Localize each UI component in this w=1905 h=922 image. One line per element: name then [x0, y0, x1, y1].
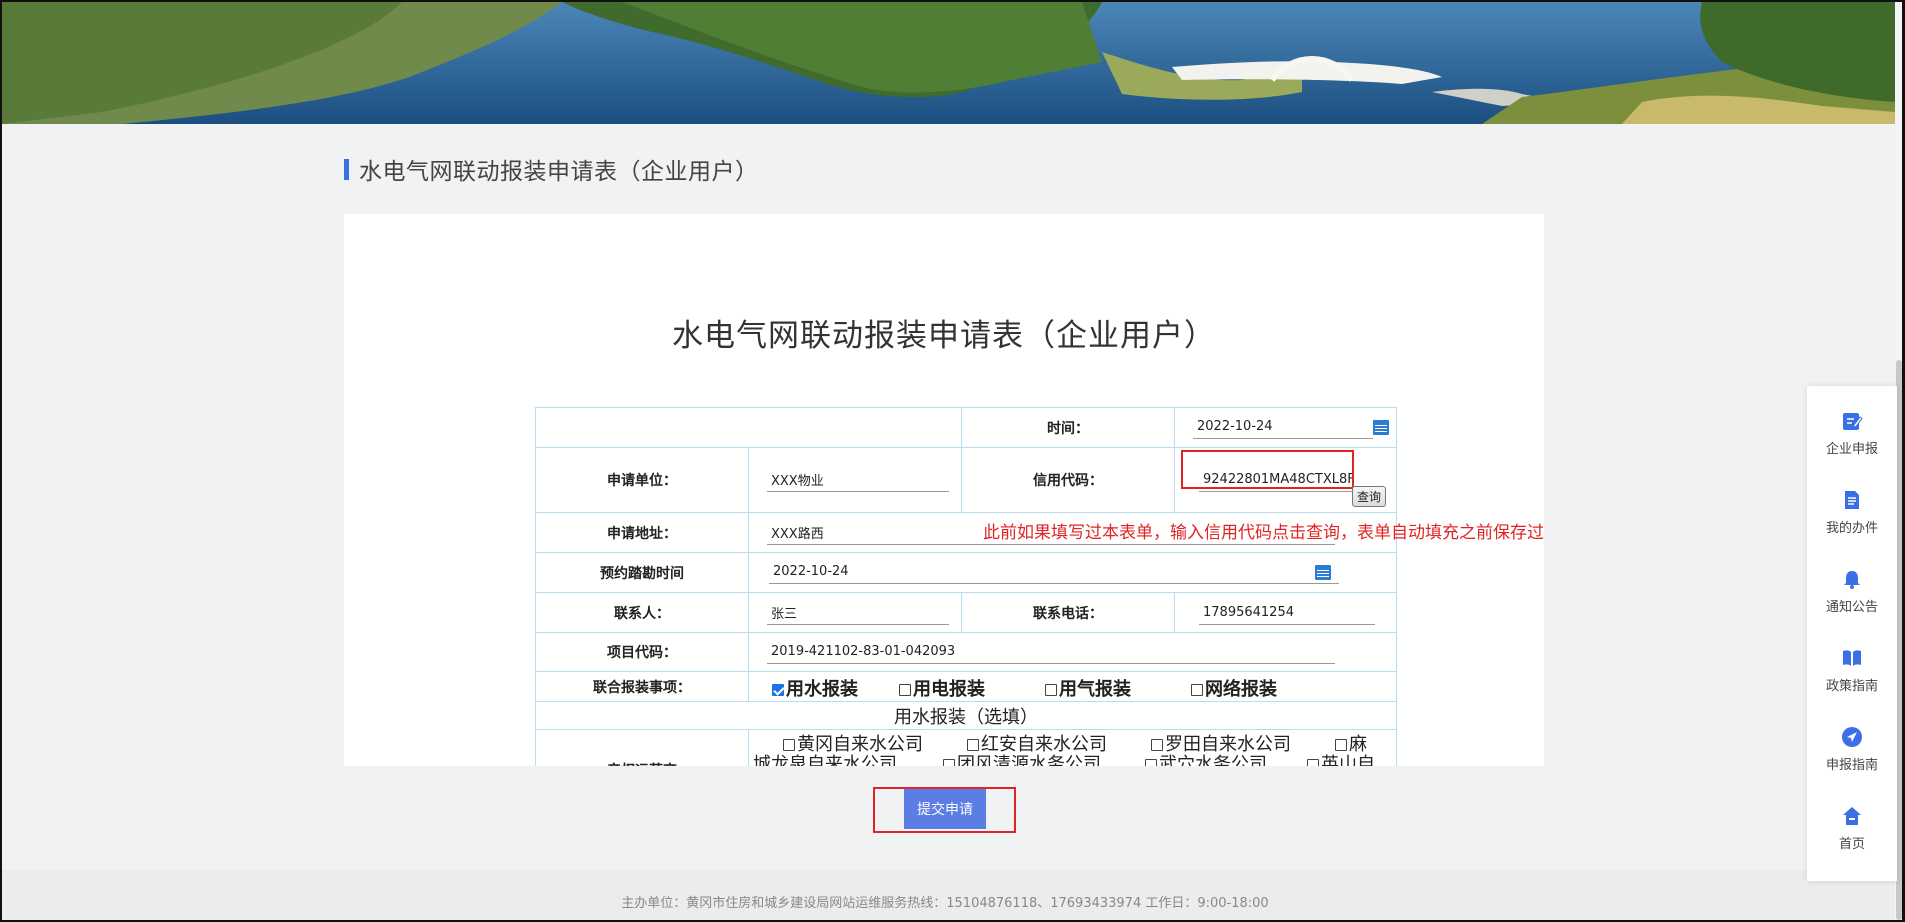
nav-item-policy-guide[interactable]: 政策指南	[1807, 623, 1897, 702]
nav-item-my-cases[interactable]: 我的办件	[1807, 465, 1897, 544]
table-row: 预约踏勘时间	[535, 552, 1397, 593]
water-company-label: 团风清源水务公司	[957, 754, 1101, 766]
water-section-heading: 用水报装（选填）	[535, 701, 1397, 730]
phone-label: 联系电话：	[961, 592, 1175, 633]
table-row: 产权运营商 黄冈自来水公司 红安自来水公司 罗田自来水公司 麻 城龙泉自来水公司…	[535, 729, 1397, 766]
checkbox-water-company[interactable]: 英山自	[1307, 750, 1375, 766]
water-operator-label: 产权运营商	[535, 729, 749, 766]
checkbox-gas[interactable]: 用气报装	[1045, 675, 1131, 701]
nav-item-enterprise-apply[interactable]: 企业申报	[1807, 386, 1897, 465]
page-heading: 水电气网联动报装申请表（企业用户）	[344, 154, 759, 185]
compass-icon	[1842, 727, 1862, 747]
lake-scenery-image	[2, 2, 1895, 124]
form-title: 水电气网联动报装申请表（企业用户）	[672, 318, 1216, 354]
address-label: 申请地址：	[535, 512, 749, 553]
checkbox-electric-label: 用电报装	[913, 678, 985, 700]
form-panel: 水电气网联动报装申请表（企业用户） 时间： 申请单位： 信用代码：	[344, 214, 1544, 766]
survey-time-label: 预约踏勘时间	[535, 552, 749, 593]
phone-input[interactable]	[1199, 600, 1375, 625]
heading-accent-bar	[344, 158, 349, 180]
checkbox-icon[interactable]	[1191, 683, 1203, 696]
document-icon	[1845, 491, 1859, 509]
checkbox-electric[interactable]: 用电报装	[899, 675, 985, 701]
checkbox-icon[interactable]	[1307, 759, 1319, 766]
joint-items-options: 用水报装 用电报装 用气报装 网络报装	[748, 671, 1397, 702]
nav-label: 政策指南	[1825, 679, 1878, 694]
bell-icon	[1844, 571, 1860, 589]
query-button[interactable]: 查询	[1352, 486, 1387, 507]
table-row: 联合报装事项： 用水报装 用电报装 用气报装 网络报装	[535, 671, 1397, 702]
nav-item-apply-guide[interactable]: 申报指南	[1807, 702, 1897, 781]
checkbox-network[interactable]: 网络报装	[1191, 675, 1277, 701]
calendar-icon[interactable]	[1373, 419, 1389, 435]
nav-label: 首页	[1838, 837, 1865, 852]
checkbox-checked-icon[interactable]	[772, 683, 784, 696]
time-input[interactable]	[1193, 414, 1373, 439]
checkbox-water[interactable]: 用水报装	[772, 675, 858, 701]
nav-label: 企业申报	[1825, 442, 1878, 457]
applicant-input[interactable]	[767, 468, 949, 492]
table-row: 时间：	[535, 407, 1397, 448]
water-company-label: 城龙泉自来水公司	[753, 754, 897, 766]
calendar-icon[interactable]	[1315, 564, 1331, 580]
edit-icon	[1843, 413, 1863, 430]
credit-code-input[interactable]	[1199, 468, 1369, 492]
water-company-label: 英山自	[1321, 754, 1375, 766]
header-banner	[2, 2, 1895, 124]
applicant-label: 申请单位：	[535, 447, 749, 513]
nav-item-home[interactable]: 首页	[1807, 781, 1897, 860]
footer-text: 主办单位：黄冈市住房和城乡建设局网站运维服务热线：15104876118、176…	[621, 896, 1269, 911]
water-company-label: 武穴水务公司	[1159, 754, 1267, 766]
checkbox-icon[interactable]	[1045, 683, 1057, 696]
checkbox-water-label: 用水报装	[786, 678, 858, 700]
checkbox-gas-label: 用气报装	[1059, 678, 1131, 700]
checkbox-icon[interactable]	[943, 759, 955, 766]
nav-label: 申报指南	[1825, 758, 1878, 773]
nav-label: 通知公告	[1825, 600, 1878, 615]
project-code-label: 项目代码：	[535, 632, 749, 672]
side-navigation: 企业申报 我的办件 通知公告 政策指南 申报指南 首页	[1807, 386, 1897, 881]
home-icon	[1843, 807, 1861, 825]
checkbox-icon[interactable]	[1145, 759, 1157, 766]
project-code-input[interactable]	[767, 640, 1335, 664]
joint-items-label: 联合报装事项：	[535, 671, 749, 702]
checkbox-water-company[interactable]: 团风清源水务公司	[943, 750, 1101, 766]
checkbox-network-label: 网络报装	[1205, 678, 1277, 700]
contact-label: 联系人：	[535, 592, 749, 633]
checkbox-water-company[interactable]: 武穴水务公司	[1145, 750, 1267, 766]
table-row: 联系人： 联系电话：	[535, 592, 1397, 633]
page-title: 水电气网联动报装申请表（企业用户）	[359, 159, 759, 185]
time-label: 时间：	[961, 407, 1175, 448]
application-form-table: 时间： 申请单位： 信用代码： 申请地址：	[535, 407, 1397, 766]
checkbox-icon[interactable]	[899, 683, 911, 696]
credit-code-label: 信用代码：	[961, 447, 1175, 513]
table-row: 项目代码：	[535, 632, 1397, 672]
table-row: 申请单位： 信用代码：	[535, 447, 1397, 513]
survey-time-input[interactable]	[769, 559, 1339, 584]
contact-input[interactable]	[767, 600, 949, 625]
nav-label: 我的办件	[1825, 521, 1878, 536]
submit-button[interactable]: 提交申请	[904, 789, 986, 829]
book-icon	[1843, 650, 1861, 666]
autofill-hint: 此前如果填写过本表单，输入信用代码点击查询，表单自动填充之前保存过的信息。	[983, 523, 1544, 543]
table-row: 用水报装（选填）	[535, 701, 1397, 730]
nav-item-notices[interactable]: 通知公告	[1807, 544, 1897, 623]
